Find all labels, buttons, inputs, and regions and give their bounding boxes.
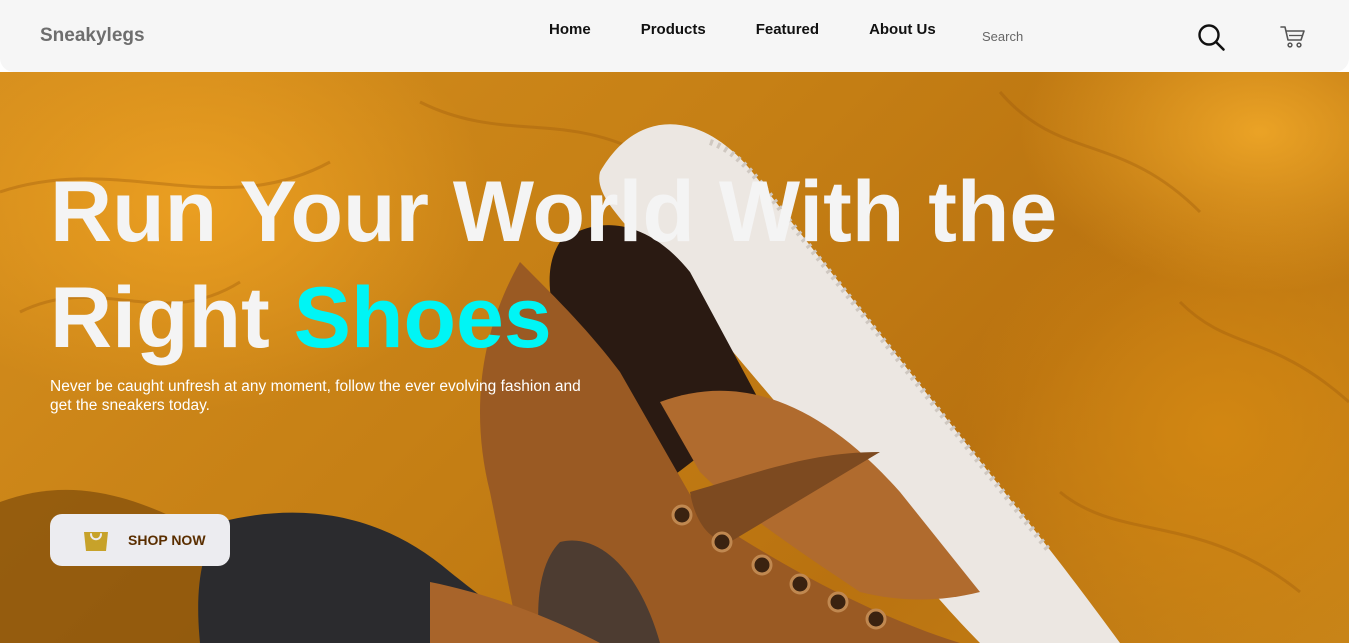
shop-now-label: SHOP NOW (128, 532, 206, 548)
brand-logo[interactable]: Sneakylegs (40, 25, 145, 47)
search-input[interactable] (982, 26, 1172, 46)
navbar: Sneakylegs Home Products Featured About … (0, 0, 1349, 72)
headline-line-2-prefix: Right (50, 270, 294, 366)
headline-accent-word: Shoes (293, 270, 552, 366)
nav-menu: Home Products Featured About Us (549, 20, 986, 40)
nav-link-products[interactable]: Products (641, 20, 706, 40)
hero-banner: Run Your World With the Right Shoes Neve… (0, 72, 1349, 643)
cart-button[interactable] (1280, 25, 1306, 49)
magnifier-icon (1198, 24, 1225, 51)
search-button[interactable] (1196, 22, 1226, 52)
shop-now-button[interactable]: SHOP NOW (50, 514, 230, 566)
hero-headline: Run Your World With the Right Shoes (50, 159, 1250, 371)
hero-subtext: Never be caught unfresh at any moment, f… (50, 378, 581, 414)
headline-line-1: Run Your World With the (50, 164, 1058, 260)
nav-link-home[interactable]: Home (549, 20, 591, 40)
shopping-bag-icon (84, 532, 108, 551)
nav-link-about-us[interactable]: About Us (869, 20, 936, 40)
shopping-cart-icon (1280, 26, 1305, 48)
nav-link-featured[interactable]: Featured (756, 20, 819, 40)
